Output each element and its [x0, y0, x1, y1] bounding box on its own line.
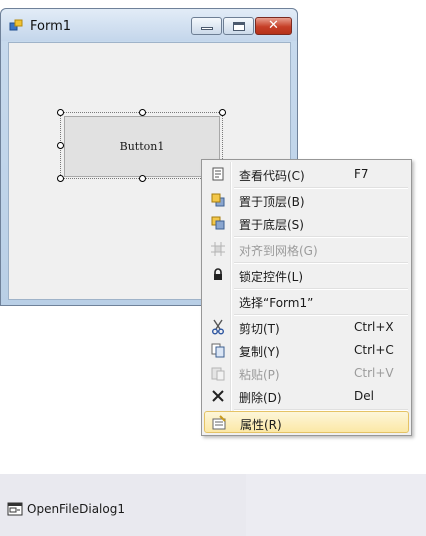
menu-item-shortcut: F7 — [354, 167, 369, 181]
menu-item-bring-to-front[interactable]: 置于顶层(B) — [204, 189, 409, 211]
menu-item-label: 置于底层(S) — [239, 218, 304, 232]
menu-item-view-code[interactable]: 查看代码(C) F7 — [204, 163, 409, 185]
menu-item-label: 查看代码(C) — [239, 169, 305, 183]
maximize-button[interactable] — [223, 17, 254, 35]
close-icon: ✕ — [268, 18, 279, 33]
resize-handle-top[interactable] — [139, 109, 146, 116]
button1-control[interactable]: Button1 — [64, 116, 220, 177]
bring-to-front-icon — [211, 193, 225, 207]
menu-item-lock-controls[interactable]: 锁定控件(L) — [204, 264, 409, 286]
menu-item-properties[interactable]: 属性(R) — [204, 411, 409, 433]
menu-item-copy[interactable]: 复制(Y) Ctrl+C — [204, 339, 409, 361]
menu-item-send-to-back[interactable]: 置于底层(S) — [204, 212, 409, 234]
menu-item-delete[interactable]: 删除(D) Del — [204, 385, 409, 407]
menu-item-shortcut: Ctrl+X — [354, 320, 394, 334]
menu-item-label: 选择“Form1” — [239, 296, 314, 310]
cut-icon — [212, 319, 224, 335]
copy-icon — [211, 343, 225, 358]
menu-item-label: 复制(Y) — [239, 345, 280, 359]
context-menu: 查看代码(C) F7 置于顶层(B) 置于底层(S) 对齐到网格(G) 锁定控件… — [201, 159, 412, 436]
menu-item-label: 属性(R) — [240, 418, 282, 432]
menu-item-label: 删除(D) — [239, 391, 282, 405]
minimize-icon — [201, 27, 213, 30]
menu-item-label: 锁定控件(L) — [239, 270, 304, 284]
menu-item-label: 粘贴(P) — [239, 368, 280, 382]
form-icon — [9, 19, 23, 31]
resize-handle-left[interactable] — [57, 142, 64, 149]
lock-icon — [214, 268, 222, 280]
menu-item-label: 剪切(T) — [239, 322, 280, 336]
menu-item-align-to-grid: 对齐到网格(G) — [204, 238, 409, 260]
resize-handle-top-left[interactable] — [57, 109, 64, 116]
form-title: Form1 — [30, 19, 72, 34]
minimize-button[interactable] — [191, 17, 222, 35]
open-file-dialog-icon — [7, 502, 23, 516]
button1-label: Button1 — [119, 140, 165, 153]
menu-item-paste: 粘贴(P) Ctrl+V — [204, 362, 409, 384]
tray-item-label: OpenFileDialog1 — [27, 502, 125, 516]
resize-handle-bottom-left[interactable] — [57, 175, 64, 182]
menu-item-select-form[interactable]: 选择“Form1” — [204, 290, 409, 312]
menu-item-shortcut: Del — [354, 389, 374, 403]
menu-item-label: 对齐到网格(G) — [239, 244, 318, 258]
align-to-grid-icon — [211, 242, 225, 256]
component-tray: OpenFileDialog1 — [0, 474, 426, 536]
close-button[interactable]: ✕ — [255, 17, 292, 35]
maximize-icon — [233, 22, 245, 31]
view-code-icon — [212, 167, 224, 181]
resize-handle-top-right[interactable] — [219, 109, 226, 116]
menu-item-cut[interactable]: 剪切(T) Ctrl+X — [204, 316, 409, 338]
menu-item-shortcut: Ctrl+C — [354, 343, 394, 357]
properties-icon — [212, 415, 226, 430]
paste-icon — [211, 367, 225, 381]
form-title-bar[interactable]: Form1 ✕ — [1, 9, 297, 41]
menu-item-shortcut: Ctrl+V — [354, 366, 394, 380]
send-to-back-icon — [211, 216, 225, 230]
delete-icon — [212, 390, 224, 402]
menu-item-label: 置于顶层(B) — [239, 195, 305, 209]
resize-handle-bottom[interactable] — [139, 175, 146, 182]
